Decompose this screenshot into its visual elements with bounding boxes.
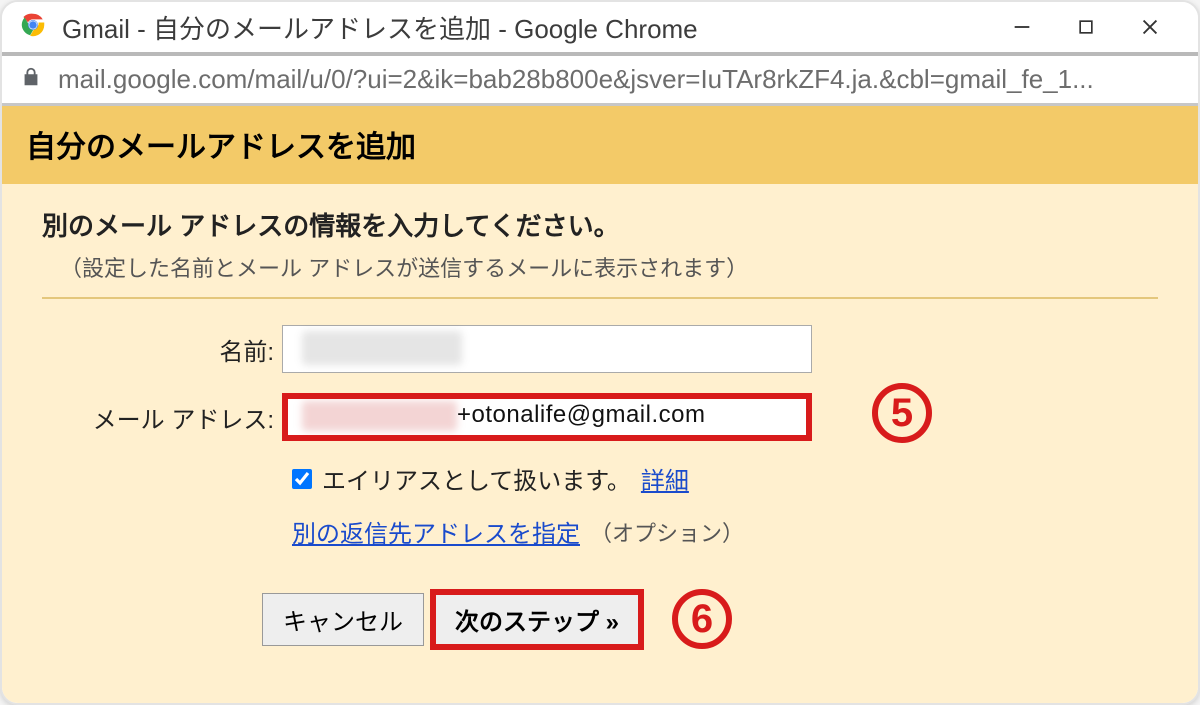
close-icon xyxy=(1139,16,1161,38)
lock-icon xyxy=(20,66,42,93)
name-label: 名前: xyxy=(42,332,282,367)
alias-checkbox[interactable] xyxy=(292,469,312,489)
maximize-icon xyxy=(1076,17,1096,37)
email-label: メール アドレス: xyxy=(42,400,282,435)
callout-5: 5 xyxy=(872,383,932,443)
content-panel: 別のメール アドレスの情報を入力してください。 （設定した名前とメール アドレス… xyxy=(2,184,1198,705)
section-divider xyxy=(42,297,1158,299)
page-title: 自分のメールアドレスを追加 xyxy=(2,106,1198,184)
window-title: Gmail - 自分のメールアドレスを追加 - Google Chrome xyxy=(62,9,990,46)
reply-to-row: 別の返信先アドレスを指定 （オプション） xyxy=(292,514,1158,549)
alias-row: エイリアスとして扱います。 詳細 xyxy=(292,461,1158,496)
email-row: メール アドレス: +otonalife@gmail.com 5 xyxy=(42,393,1158,441)
name-row: 名前: xyxy=(42,325,1158,373)
window-minimize-button[interactable] xyxy=(990,0,1054,54)
redacted-email-prefix xyxy=(302,401,457,431)
reply-to-option-label: （オプション） xyxy=(590,516,744,548)
intro-main: 別のメール アドレスの情報を入力してください。 xyxy=(42,206,1158,243)
url-text: mail.google.com/mail/u/0/?ui=2&ik=bab28b… xyxy=(58,64,1094,95)
email-visible-text: +otonalife@gmail.com xyxy=(457,401,705,429)
window-maximize-button[interactable] xyxy=(1054,0,1118,54)
cancel-button[interactable]: キャンセル xyxy=(262,593,424,646)
window-close-button[interactable] xyxy=(1118,0,1182,54)
minimize-icon xyxy=(1011,16,1033,38)
address-bar[interactable]: mail.google.com/mail/u/0/?ui=2&ik=bab28b… xyxy=(2,56,1198,106)
chrome-icon xyxy=(18,10,48,45)
callout-6: 6 xyxy=(672,589,732,649)
button-row: キャンセル 次のステップ » 6 xyxy=(262,589,1158,649)
window-titlebar: Gmail - 自分のメールアドレスを追加 - Google Chrome xyxy=(2,2,1198,56)
intro-sub: （設定した名前とメール アドレスが送信するメールに表示されます） xyxy=(60,251,1158,283)
alias-details-link[interactable]: 詳細 xyxy=(641,461,689,496)
reply-to-link[interactable]: 別の返信先アドレスを指定 xyxy=(292,514,580,549)
next-step-button[interactable]: 次のステップ » xyxy=(434,593,640,646)
redacted-name xyxy=(302,331,462,365)
alias-checkbox-label: エイリアスとして扱います。 xyxy=(322,461,631,496)
